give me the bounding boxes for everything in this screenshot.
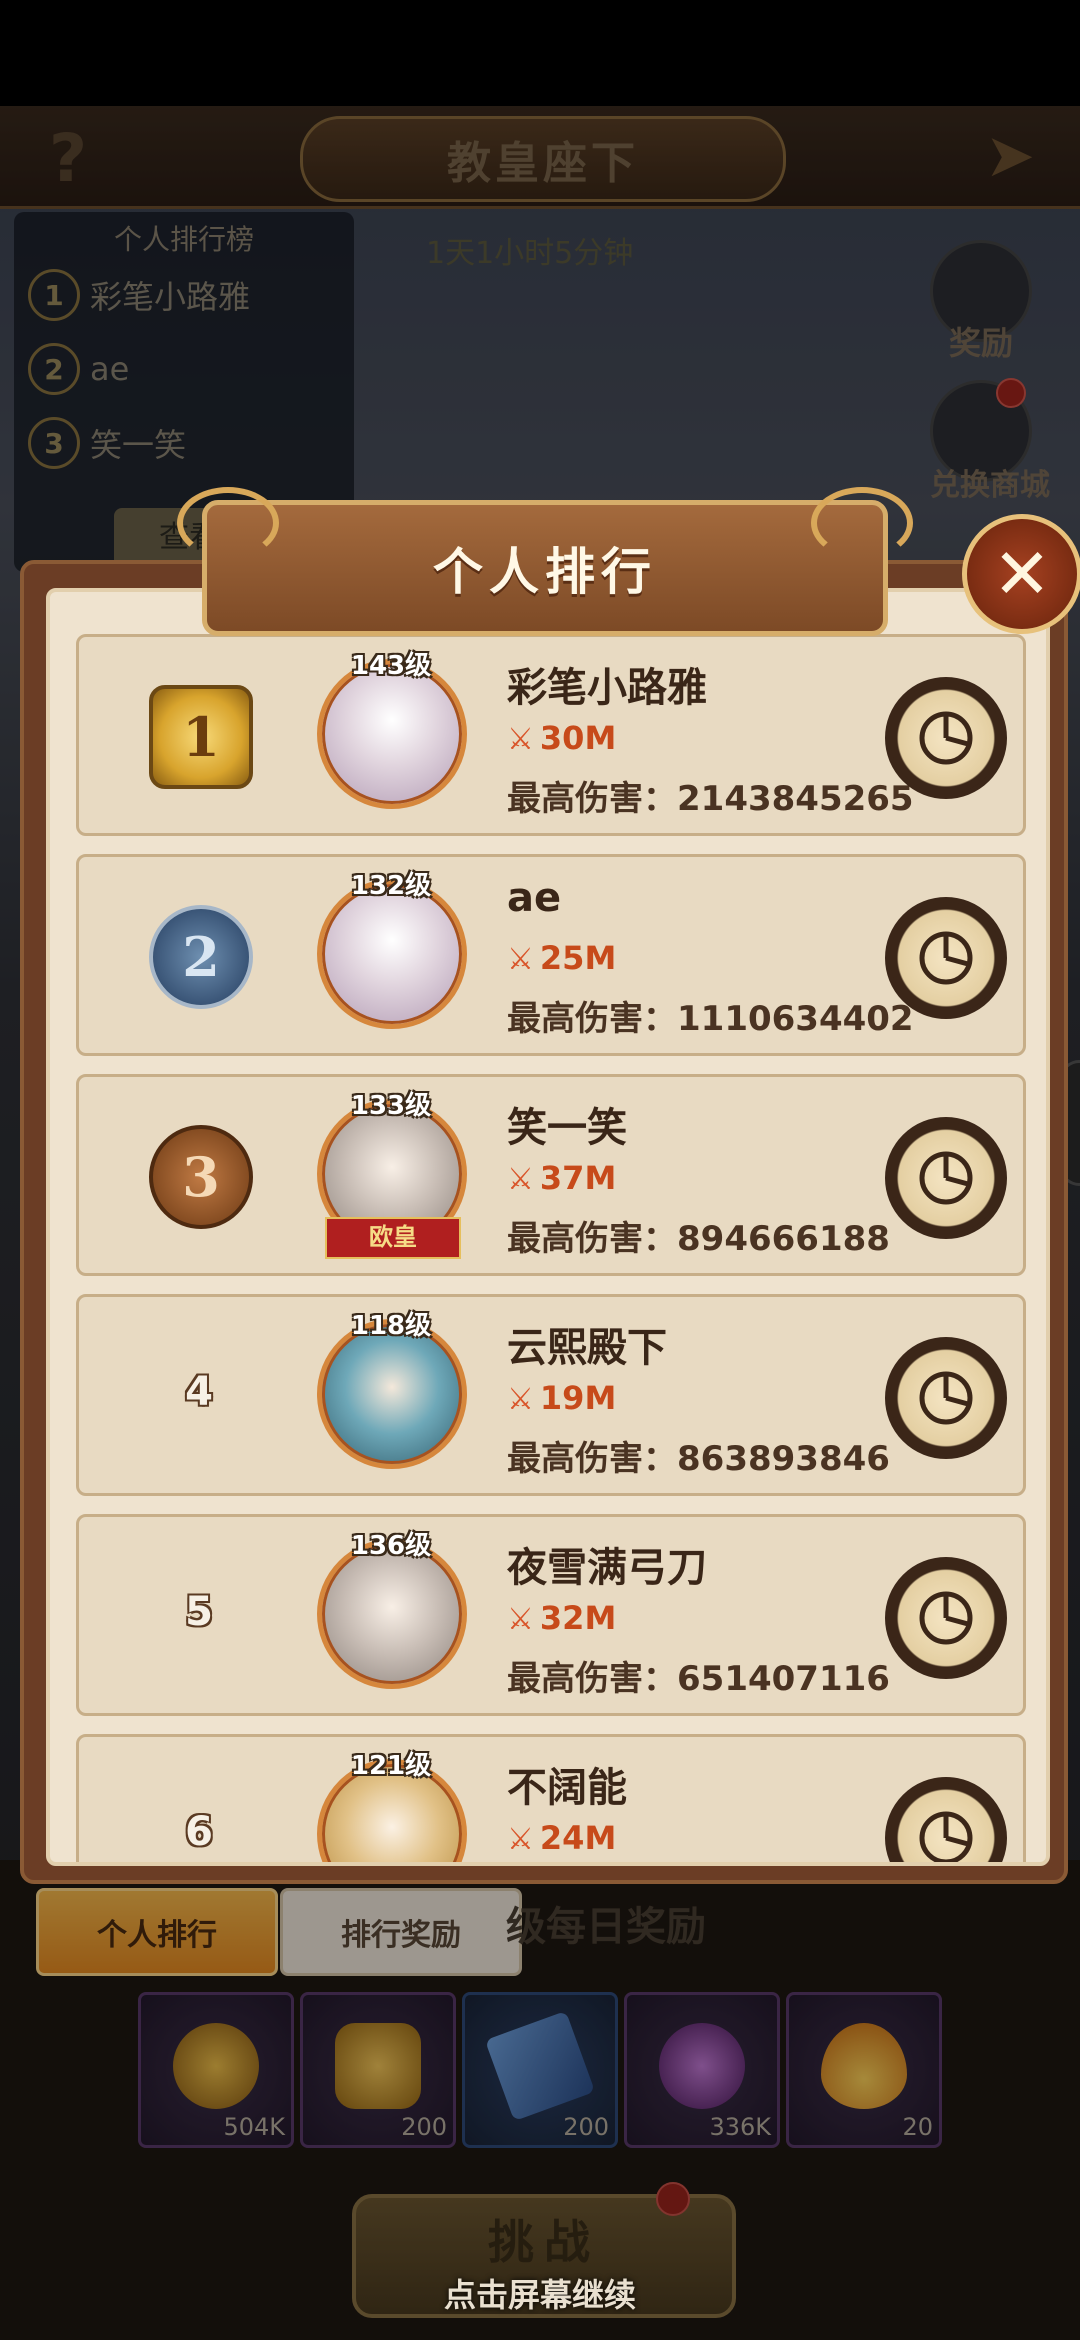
damage-value: 651407116 [677, 1659, 890, 1699]
close-icon: ✕ [992, 533, 1052, 615]
player-level: 132级 [350, 871, 432, 901]
avatar[interactable]: 132级 [317, 871, 467, 1029]
avatar[interactable]: 133级 欧皇 [317, 1091, 467, 1259]
sword-icon: ⚔ [507, 1602, 534, 1637]
ranking-row[interactable]: 6 121级 不阔能 ⚔24M 最高伤害： [76, 1734, 1026, 1862]
detail-button[interactable] [885, 1337, 1007, 1459]
power-value: 19M [539, 1379, 617, 1417]
detail-button[interactable] [885, 1557, 1007, 1679]
player-name: 云熙殿下 [507, 1325, 667, 1371]
player-level: 143级 [350, 651, 432, 681]
rank-number: 6 [185, 1809, 213, 1855]
rank-medal-icon: 1 [149, 685, 253, 789]
player-level: 136级 [350, 1531, 432, 1561]
ranking-row[interactable]: 4 118级 云熙殿下 ⚔ 19M 最高伤害：863893846 [76, 1294, 1026, 1496]
power-value: 32M [539, 1599, 617, 1637]
detail-button[interactable] [885, 677, 1007, 799]
combat-power: ⚔ 24M [507, 1819, 616, 1857]
ranking-modal: 1 143级 彩笔小路雅 ⚔ 30M 最高伤害：2143845265 2 132级… [20, 560, 1068, 1884]
rank-medal-icon: 3 [149, 1125, 253, 1229]
damage-value: 894666188 [677, 1219, 890, 1259]
pie-chart-icon [919, 1811, 973, 1862]
power-value: 37M [539, 1159, 617, 1197]
rank-number: 4 [185, 1369, 213, 1415]
ranking-row[interactable]: 5 136级 夜雪满弓刀 ⚔ 32M 最高伤害：651407116 [76, 1514, 1026, 1716]
combat-power: ⚔ 19M [507, 1379, 616, 1417]
max-damage: 最高伤害：894666188 [507, 1211, 890, 1260]
ranking-row[interactable]: 3 133级 欧皇 笑一笑 ⚔ 37M 最高伤害：894666188 [76, 1074, 1026, 1276]
detail-button[interactable] [885, 1777, 1007, 1862]
rank-medal-icon: 2 [149, 905, 253, 1009]
sword-icon: ⚔ [507, 1822, 534, 1857]
pie-chart-icon [919, 1371, 973, 1425]
player-name: ae [507, 875, 562, 921]
power-value: 25M [539, 939, 617, 977]
avatar[interactable]: 143级 [317, 651, 467, 809]
modal-title: 个人排行 [433, 543, 657, 601]
badge-ribbon: 欧皇 [325, 1217, 461, 1259]
sword-icon: ⚔ [507, 1382, 534, 1417]
combat-power: ⚔ 37M [507, 1159, 616, 1197]
player-level: 133级 [350, 1091, 432, 1121]
player-name: 夜雪满弓刀 [507, 1545, 707, 1591]
combat-power: ⚔ 25M [507, 939, 616, 977]
max-damage: 最高伤害：863893846 [507, 1431, 890, 1480]
player-name: 彩笔小路雅 [507, 665, 707, 711]
damage-label: 最高伤害： [507, 999, 677, 1039]
modal-body: 1 143级 彩笔小路雅 ⚔ 30M 最高伤害：2143845265 2 132级… [46, 588, 1050, 1866]
max-damage: 最高伤害：2143845265 [507, 771, 914, 820]
ranking-row[interactable]: 1 143级 彩笔小路雅 ⚔ 30M 最高伤害：2143845265 [76, 634, 1026, 836]
sword-icon: ⚔ [507, 942, 534, 977]
avatar[interactable]: 121级 [317, 1751, 467, 1862]
pie-chart-icon [919, 931, 973, 985]
damage-value: 2143845265 [677, 779, 914, 819]
pie-chart-icon [919, 1151, 973, 1205]
damage-value: 863893846 [677, 1439, 890, 1479]
combat-power: ⚔ 32M [507, 1599, 616, 1637]
damage-label: 最高伤害： [507, 1219, 677, 1259]
player-level: 121级 [350, 1751, 432, 1781]
ornament-icon [811, 487, 913, 559]
power-value: 24M [539, 1819, 617, 1857]
player-level: 118级 [350, 1311, 432, 1341]
detail-button[interactable] [885, 1117, 1007, 1239]
max-damage: 最高伤害：1110634402 [507, 991, 914, 1040]
pie-chart-icon [919, 711, 973, 765]
tap-to-continue[interactable]: 点击屏幕继续 [0, 2270, 1080, 2316]
player-name: 笑一笑 [507, 1105, 627, 1151]
modal-title-plate: 个人排行 [177, 487, 913, 636]
damage-label: 最高伤害： [507, 1659, 677, 1699]
ranking-row[interactable]: 2 132级 ae ⚔ 25M 最高伤害：1110634402 [76, 854, 1026, 1056]
pie-chart-icon [919, 1591, 973, 1645]
sword-icon: ⚔ [507, 1162, 534, 1197]
detail-button[interactable] [885, 897, 1007, 1019]
status-bar [0, 0, 1080, 106]
combat-power: ⚔ 30M [507, 719, 616, 757]
close-button[interactable]: ✕ [962, 514, 1080, 634]
avatar[interactable]: 136级 [317, 1531, 467, 1689]
rank-number: 5 [185, 1589, 213, 1635]
ornament-icon [177, 487, 279, 559]
damage-value: 1110634402 [677, 999, 914, 1039]
power-value: 30M [539, 719, 617, 757]
sword-icon: ⚔ [507, 722, 534, 757]
player-name: 不阔能 [507, 1765, 627, 1811]
damage-label: 最高伤害： [507, 1439, 677, 1479]
max-damage: 最高伤害：651407116 [507, 1651, 890, 1700]
damage-label: 最高伤害： [507, 779, 677, 819]
avatar[interactable]: 118级 [317, 1311, 467, 1469]
